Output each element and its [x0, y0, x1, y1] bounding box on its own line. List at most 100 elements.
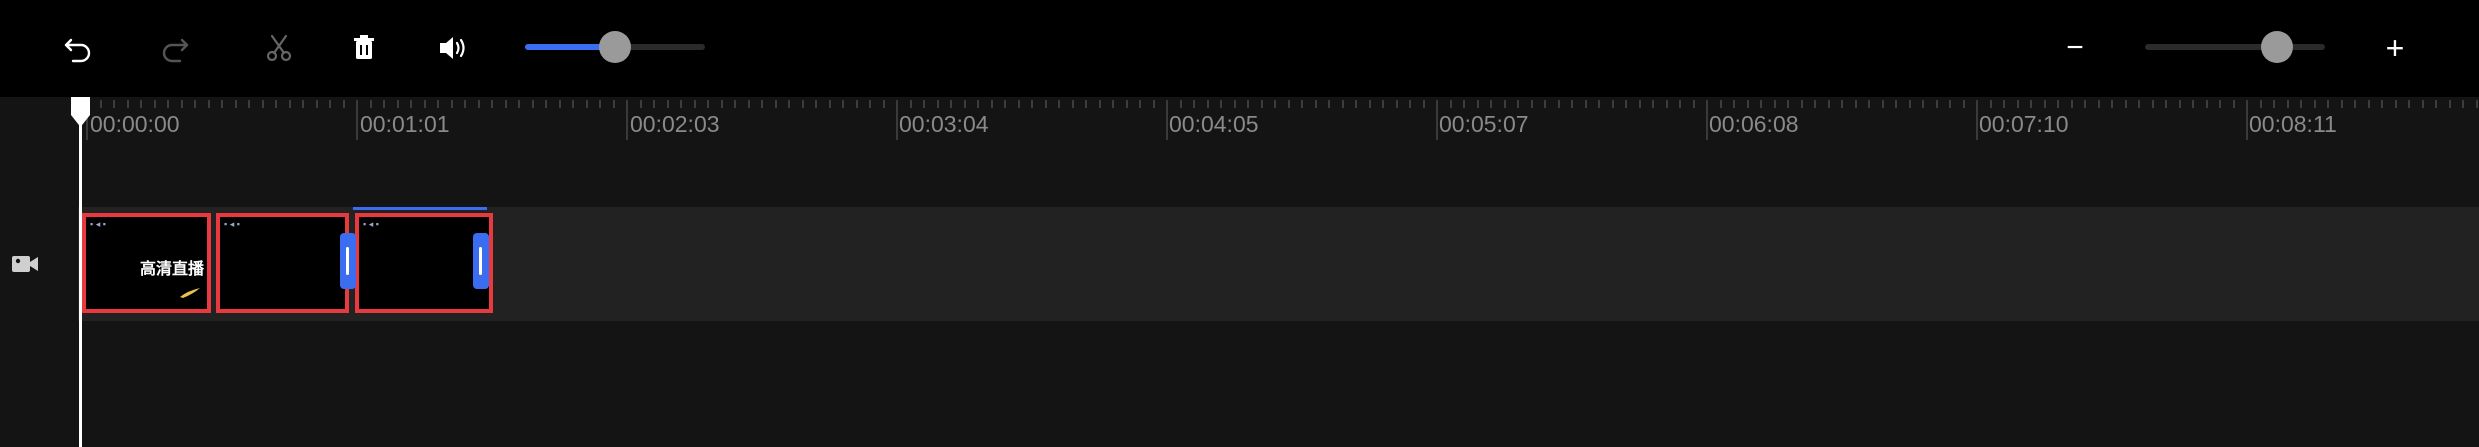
time-ruler[interactable]: 00:00:00 00:01:01 00:02:03 00:03:04 00:0…	[0, 97, 2479, 207]
time-label: 00:07:10	[1979, 111, 2069, 137]
ruler-minor-tick	[1234, 100, 1236, 108]
ruler-minor-tick	[1814, 100, 1816, 108]
speaker-icon	[440, 37, 465, 59]
ruler-minor-tick	[1072, 100, 1074, 108]
volume-slider-knob[interactable]	[599, 31, 631, 63]
ruler-minor-tick	[1733, 100, 1735, 108]
ruler-minor-tick	[370, 100, 372, 108]
ruler-minor-tick	[2354, 100, 2356, 108]
time-label: 00:06:08	[1709, 111, 1799, 137]
redo-button[interactable]	[153, 26, 197, 70]
clip-1[interactable]: ▪ ◂ ▪ 高清直播	[82, 213, 211, 313]
ruler-minor-tick	[640, 100, 642, 108]
trash-icon	[354, 35, 374, 59]
ruler-minor-tick	[2408, 100, 2410, 108]
ruler-minor-tick	[1841, 100, 1843, 108]
ruler-minor-tick	[2314, 100, 2316, 108]
ruler-minor-tick	[329, 100, 331, 108]
ruler-minor-tick	[1922, 100, 1924, 108]
delete-button[interactable]	[342, 26, 386, 70]
ruler-minor-tick	[1396, 100, 1398, 108]
volume-slider[interactable]	[525, 31, 705, 63]
ruler-minor-tick	[829, 100, 831, 108]
ruler-minor-tick	[2395, 100, 2397, 108]
volume-button[interactable]	[430, 26, 474, 70]
undo-button[interactable]	[56, 26, 100, 70]
zoom-out-label: −	[2066, 31, 2084, 64]
undo-icon	[64, 38, 91, 63]
ruler-minor-tick	[1490, 100, 1492, 108]
ruler-minor-tick	[721, 100, 723, 108]
clip-trim-handle-left[interactable]	[340, 233, 356, 289]
ruler-minor-tick	[1558, 100, 1560, 108]
ruler-minor-tick	[1139, 100, 1141, 108]
ruler-minor-tick	[2260, 100, 2262, 108]
clip-2[interactable]: ▪ ◂ ▪	[216, 213, 349, 313]
ruler-minor-tick	[1882, 100, 1884, 108]
ruler-minor-tick	[518, 100, 520, 108]
ruler-minor-tick	[653, 100, 655, 108]
zoom-in-button[interactable]: +	[2373, 26, 2417, 70]
ruler-minor-tick	[694, 100, 696, 108]
ruler-minor-tick	[991, 100, 993, 108]
ruler-minor-tick	[802, 100, 804, 108]
ruler-minor-tick	[1760, 100, 1762, 108]
ruler-minor-tick	[1315, 100, 1317, 108]
ruler-minor-tick	[1261, 100, 1263, 108]
ruler-minor-tick	[869, 100, 871, 108]
ruler-minor-tick	[1679, 100, 1681, 108]
ruler-minor-tick	[2300, 100, 2302, 108]
ruler-minor-tick	[1220, 100, 1222, 108]
ruler-minor-tick	[1531, 100, 1533, 108]
ruler-minor-tick	[1369, 100, 1371, 108]
clip-trim-handle-right[interactable]	[473, 233, 489, 289]
ruler-minor-tick	[2098, 100, 2100, 108]
ruler-minor-tick	[221, 100, 223, 108]
ruler-minor-tick	[2057, 100, 2059, 108]
ruler-minor-tick	[478, 100, 480, 108]
time-label: 00:03:04	[899, 111, 989, 137]
zoom-slider[interactable]	[2145, 31, 2325, 63]
ruler-major-tick	[1166, 100, 1168, 140]
ruler-minor-tick	[1409, 100, 1411, 108]
zoom-out-button[interactable]: −	[2053, 26, 2097, 70]
time-label: 00:08:11	[2249, 111, 2337, 137]
ruler-minor-tick	[923, 100, 925, 108]
ruler-minor-tick	[1504, 100, 1506, 108]
ruler-minor-tick	[1598, 100, 1600, 108]
ruler-minor-tick	[1085, 100, 1087, 108]
ruler-minor-tick	[1828, 100, 1830, 108]
ruler-minor-tick	[775, 100, 777, 108]
ruler-minor-tick	[275, 100, 277, 108]
ruler-minor-tick	[1355, 100, 1357, 108]
ruler-minor-tick	[113, 100, 115, 108]
ruler-minor-tick	[1909, 100, 1911, 108]
ruler-minor-tick	[1207, 100, 1209, 108]
ruler-minor-tick	[2152, 100, 2154, 108]
ruler-minor-tick	[464, 100, 466, 108]
ruler-major-tick	[1976, 100, 1978, 140]
ruler-minor-tick	[545, 100, 547, 108]
ruler-minor-tick	[1058, 100, 1060, 108]
ruler-minor-tick	[410, 100, 412, 108]
ruler-minor-tick	[167, 100, 169, 108]
track-header	[0, 207, 78, 321]
ruler-minor-tick	[194, 100, 196, 108]
ruler-minor-tick	[2381, 100, 2383, 108]
ruler-minor-tick	[2435, 100, 2437, 108]
ruler-minor-tick	[1288, 100, 1290, 108]
time-label: 00:04:05	[1169, 111, 1259, 137]
ruler-minor-tick	[2111, 100, 2113, 108]
ruler-minor-tick	[302, 100, 304, 108]
ruler-minor-tick	[1031, 100, 1033, 108]
playhead[interactable]	[79, 104, 82, 447]
ruler-minor-tick	[1018, 100, 1020, 108]
ruler-minor-tick	[1936, 100, 1938, 108]
zoom-slider-knob[interactable]	[2261, 31, 2293, 63]
ruler-minor-tick	[100, 100, 102, 108]
ruler-minor-tick	[761, 100, 763, 108]
ruler-minor-tick	[1423, 100, 1425, 108]
cut-button[interactable]	[257, 26, 301, 70]
ruler-minor-tick	[1801, 100, 1803, 108]
playhead-marker-icon[interactable]	[71, 97, 90, 127]
